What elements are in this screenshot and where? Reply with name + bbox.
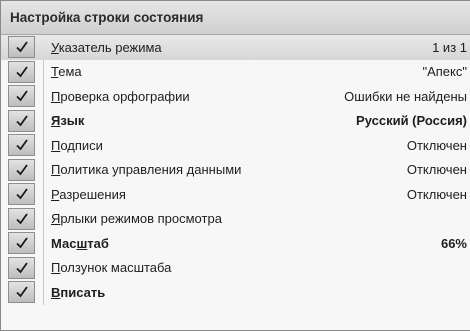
check-icon (8, 134, 35, 157)
check-icon (8, 109, 35, 132)
check-icon (8, 158, 35, 181)
check-icon (8, 60, 35, 83)
check-icon (8, 36, 35, 59)
menu-item-label: Ползунок масштаба (51, 260, 172, 276)
menu-item-label: Вписать (51, 284, 106, 300)
check-icon (8, 256, 35, 279)
menu-item-label: Указатель режима (51, 39, 162, 55)
menu-items: Указатель режима 1 из 1 Тема "Апекс" Про… (1, 35, 470, 305)
menu-item-signatures[interactable]: Подписи Отключен (1, 133, 470, 158)
menu-item-value: Отключен (406, 137, 467, 153)
check-icon (8, 183, 35, 206)
menu-item-value: Русский (Россия) (356, 113, 467, 129)
menu-item-permissions[interactable]: Разрешения Отключен (1, 182, 470, 207)
check-icon (8, 207, 35, 230)
menu-item-fit[interactable]: Вписать (1, 280, 470, 305)
menu-item-label: Проверка орфографии (51, 88, 190, 104)
menu-item-spelling-check[interactable]: Проверка орфографии Ошибки не найдены (1, 84, 470, 109)
menu-item-value: Ошибки не найдены (344, 88, 467, 104)
menu-item-data-policy[interactable]: Политика управления данными Отключен (1, 158, 470, 183)
status-bar-customize-menu: Настройка строки состояния Указатель реж… (0, 0, 470, 331)
menu-item-language[interactable]: Язык Русский (Россия) (1, 109, 470, 134)
menu-item-label: Разрешения (51, 186, 126, 202)
check-icon (8, 281, 35, 304)
menu-item-label: Язык (51, 113, 85, 129)
menu-item-value: 66% (440, 235, 467, 251)
check-icon (8, 232, 35, 255)
menu-item-value: Отключен (406, 162, 467, 178)
menu-item-mode-indicator[interactable]: Указатель режима 1 из 1 (1, 35, 470, 60)
menu-item-label: Подписи (51, 137, 103, 153)
menu-item-theme[interactable]: Тема "Апекс" (1, 60, 470, 85)
menu-item-value: Отключен (406, 186, 467, 202)
menu-item-label: Тема (51, 64, 82, 80)
menu-item-view-shortcuts[interactable]: Ярлыки режимов просмотра (1, 207, 470, 232)
menu-item-label: Ярлыки режимов просмотра (51, 211, 222, 227)
menu-item-value: 1 из 1 (432, 39, 467, 55)
menu-title: Настройка строки состояния (1, 1, 470, 35)
menu-item-zoom-slider[interactable]: Ползунок масштаба (1, 256, 470, 281)
check-icon (8, 85, 35, 108)
menu-item-label: Политика управления данными (51, 162, 242, 178)
menu-item-zoom[interactable]: Масштаб 66% (1, 231, 470, 256)
menu-item-value: "Апекс" (422, 64, 467, 80)
menu-item-label: Масштаб (51, 235, 109, 251)
